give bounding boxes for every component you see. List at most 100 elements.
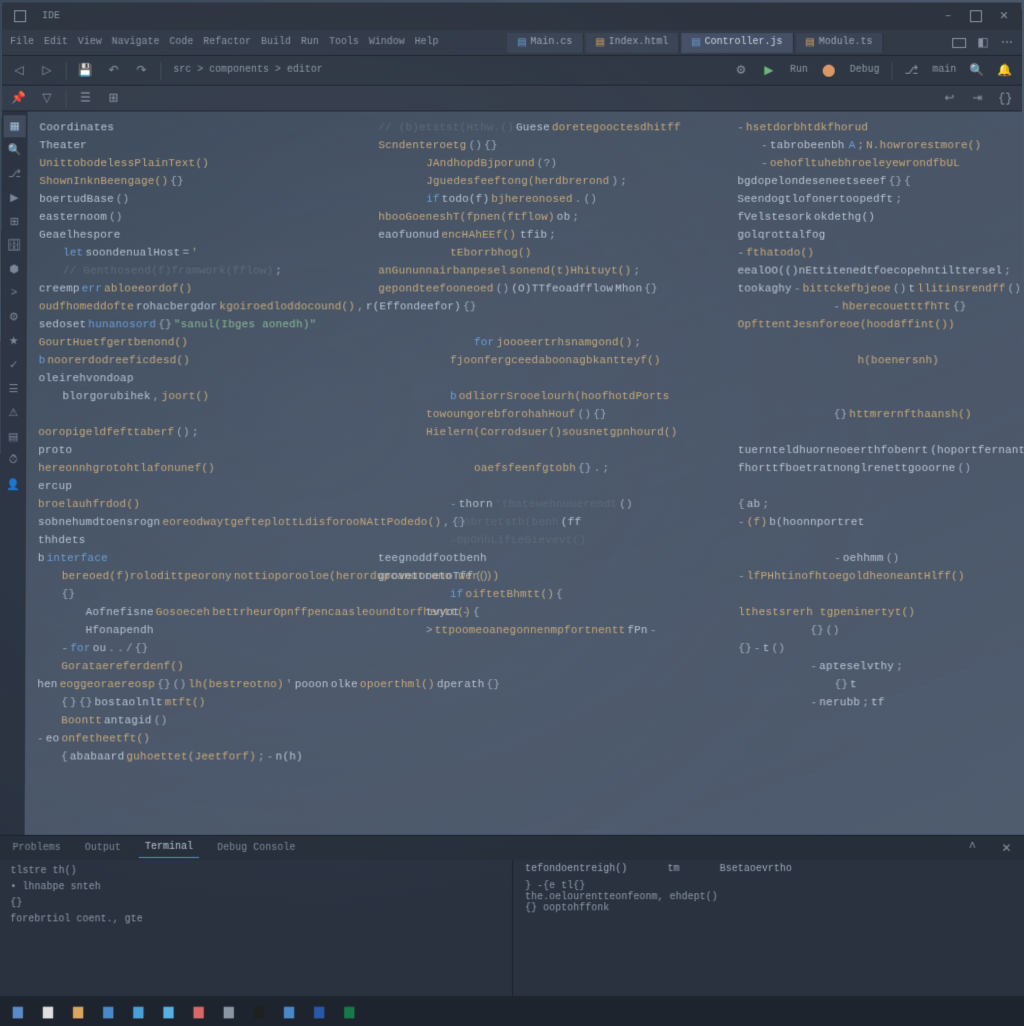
code-line[interactable]: fjoonfergceedaboonagbkantteyf() bbox=[378, 352, 698, 370]
code-line[interactable] bbox=[738, 478, 1018, 496]
code-line[interactable]: golqrottalfog bbox=[737, 227, 1016, 245]
code-line[interactable]: bnoorerdodreeficdesd() bbox=[39, 352, 339, 370]
code-line[interactable] bbox=[38, 406, 338, 424]
code-line[interactable]: Gorataereferdenf() bbox=[37, 658, 337, 676]
code-line[interactable]: hbooGoeneshT(fpnen(ftflow)ob; bbox=[378, 209, 697, 227]
menu-code[interactable]: Code bbox=[165, 37, 197, 48]
code-line[interactable]: -oehhmm() bbox=[738, 550, 1018, 568]
code-line[interactable]: {} bbox=[38, 586, 338, 604]
panel-tab-terminal[interactable]: Terminal bbox=[139, 838, 199, 858]
code-line[interactable]: {}{}bostaolnltmtft() bbox=[37, 694, 338, 712]
debug-icon[interactable]: ⬤ bbox=[818, 59, 840, 81]
code-line[interactable]: Hfonapendh bbox=[37, 622, 337, 640]
sidebar-problems[interactable]: ⚠ bbox=[2, 402, 24, 424]
code-line[interactable]: ercup bbox=[38, 478, 338, 496]
menu-edit[interactable]: Edit bbox=[40, 37, 72, 48]
menu-refactor[interactable]: Refactor bbox=[199, 37, 255, 48]
undo-icon[interactable]: ↶ bbox=[103, 59, 125, 81]
code-line[interactable]: Boonttantagid() bbox=[37, 712, 338, 730]
code-line[interactable]: fVelstesorkokdethg() bbox=[737, 209, 1016, 227]
build-icon[interactable]: ⚙ bbox=[730, 59, 752, 81]
taskbar-store[interactable]: ▆ bbox=[126, 999, 150, 1023]
code-line[interactable] bbox=[378, 478, 698, 496]
sidebar-docker[interactable]: ⬢ bbox=[3, 259, 25, 281]
code-line[interactable]: Coordinates bbox=[40, 119, 339, 137]
code-line[interactable]: iftodo(f)bjhereonosed.() bbox=[378, 191, 697, 209]
code-line[interactable]: Seendogtlofonertoopedft; bbox=[737, 191, 1016, 209]
code-line[interactable]: broelauhfrdod() bbox=[38, 496, 338, 514]
wrap-icon[interactable]: ↩ bbox=[938, 87, 960, 109]
code-line[interactable]: -forou../{} bbox=[37, 640, 337, 658]
panel-max-icon[interactable]: ^ bbox=[961, 837, 983, 859]
code-line[interactable]: UnittobodelessPlainText() bbox=[39, 155, 338, 173]
code-line[interactable]: teegnoddfootbenh bbox=[378, 550, 698, 568]
code-line[interactable]: OpfttentJesnforeoe(hood8ffint()) bbox=[738, 316, 1018, 334]
code-line[interactable]: // Genthosend(f)framwork(fflow); bbox=[39, 263, 338, 281]
code-line[interactable]: oleirehvondoap bbox=[39, 370, 339, 388]
maximize-icon[interactable] bbox=[966, 6, 986, 26]
code-line[interactable]: easternoom() bbox=[39, 209, 338, 227]
code-line[interactable]: -nerubb;tf bbox=[738, 694, 1019, 712]
code-line[interactable]: tuernteldhuorneoeerthfobenrt(hoportferna… bbox=[738, 442, 1018, 460]
code-line[interactable] bbox=[378, 298, 697, 316]
code-line[interactable]: Theater bbox=[39, 137, 338, 155]
code-line[interactable]: Geaelhespore bbox=[39, 227, 338, 245]
menu-help[interactable]: Help bbox=[411, 37, 443, 48]
code-line[interactable]: creemperrabloeeordof() bbox=[39, 281, 338, 299]
code-line[interactable]: letsoondenualHost=' bbox=[39, 245, 338, 263]
debug-label[interactable]: Debug bbox=[846, 65, 884, 76]
panel-tab-problems[interactable]: Problems bbox=[6, 838, 66, 857]
taskbar-search[interactable]: ▆ bbox=[36, 999, 60, 1023]
taskbar-code[interactable]: ▆ bbox=[277, 999, 301, 1023]
close-icon[interactable]: ✕ bbox=[994, 6, 1014, 26]
forward-icon[interactable]: ▷ bbox=[36, 59, 58, 81]
code-line[interactable]: ooropigeldfefttaberf(); bbox=[38, 424, 338, 442]
code-line[interactable]: {ab; bbox=[738, 496, 1018, 514]
code-line[interactable]: AofnefisneGosoecehbettrheurOpnffpencaasl… bbox=[38, 604, 338, 622]
sidebar-account[interactable]: 👤 bbox=[2, 474, 24, 496]
taskbar-settings[interactable]: ▆ bbox=[217, 999, 241, 1023]
code-line[interactable]: tEborrbhog() bbox=[378, 245, 697, 263]
list-icon[interactable]: ☰ bbox=[75, 87, 97, 109]
code-line[interactable]: {}() bbox=[738, 622, 1018, 640]
code-line[interactable]: fhorttfboetratnonglrenettgooorne() bbox=[738, 460, 1018, 478]
tab-2[interactable]: ▤Controller.js bbox=[681, 33, 793, 53]
tab-0[interactable]: ▤Main.cs bbox=[507, 33, 583, 53]
code-line[interactable] bbox=[738, 334, 1018, 352]
sidebar-outline[interactable]: ☰ bbox=[2, 378, 24, 400]
code-line[interactable]: eealOO(()nEttitenedtfoecopehntilttersel; bbox=[738, 263, 1017, 281]
code-line[interactable]: oudfhomeddofterohacbergdorkgoiroedloddoc… bbox=[39, 298, 339, 316]
code-line[interactable]: oaefsfeenfgtobh{}.; bbox=[378, 460, 698, 478]
menu-navigate[interactable]: Navigate bbox=[108, 37, 164, 48]
sidebar-timeline[interactable]: ⏱ bbox=[2, 450, 24, 472]
search-icon[interactable]: 🔍 bbox=[966, 59, 988, 81]
code-line[interactable] bbox=[738, 388, 1018, 406]
git-branch-icon[interactable]: ⎇ bbox=[900, 59, 922, 81]
code-line[interactable]: {}t bbox=[738, 676, 1018, 694]
panel-close-icon[interactable]: ✕ bbox=[995, 837, 1017, 859]
taskbar-excel[interactable]: ▆ bbox=[337, 999, 361, 1023]
code-line[interactable]: heneoggeoraereosp{}()lh(bestreotno)'pooo… bbox=[37, 676, 338, 694]
code-line[interactable]: // (b)etstst(Hthw.()Guesedoretegooctesdh… bbox=[378, 119, 697, 137]
code-line[interactable]: Scndenteroetg(){} bbox=[378, 137, 697, 155]
back-icon[interactable]: ◁ bbox=[8, 59, 30, 81]
code-line[interactable]: gepondteefooneoed()(O)TTfeoadfflowMhon{} bbox=[378, 281, 697, 299]
code-line[interactable]: -thorn'thatewehouuerendt() bbox=[378, 496, 698, 514]
code-line[interactable]: eaofuonudencHAhEEf()tfib; bbox=[378, 227, 697, 245]
code-line[interactable]: Hielern(Corrodsuer()sousnetgpnhourd() bbox=[378, 424, 698, 442]
sidebar-git[interactable]: ⎇ bbox=[3, 163, 25, 185]
code-line[interactable] bbox=[738, 424, 1018, 442]
code-line[interactable]: lthestsrerh tgpeninertyt() bbox=[738, 604, 1018, 622]
code-line[interactable]: hereonnhgrotohtlafonunef() bbox=[38, 460, 338, 478]
code-line[interactable]: anGununnairbanpeselsonend(t)Hhituyt(); bbox=[378, 263, 697, 281]
sidebar-bookmark[interactable]: ★ bbox=[3, 330, 25, 352]
code-line[interactable]: bereoed(f)rolodittpeoronynottioporooloe(… bbox=[38, 568, 338, 586]
sidebar-test[interactable]: ✓ bbox=[3, 354, 25, 376]
menu-tools[interactable]: Tools bbox=[325, 37, 363, 48]
code-line[interactable] bbox=[738, 370, 1018, 388]
taskbar-start[interactable]: ▆ bbox=[6, 999, 30, 1023]
code-line[interactable]: sobnehumdtoensrogneoreodwaytgefteplottLd… bbox=[38, 514, 338, 532]
layout-icon[interactable] bbox=[948, 32, 970, 54]
code-line[interactable]: forjoooeertrhsnamgond(); bbox=[378, 334, 698, 352]
code-line[interactable]: blorgorubihek,joort() bbox=[38, 388, 338, 406]
